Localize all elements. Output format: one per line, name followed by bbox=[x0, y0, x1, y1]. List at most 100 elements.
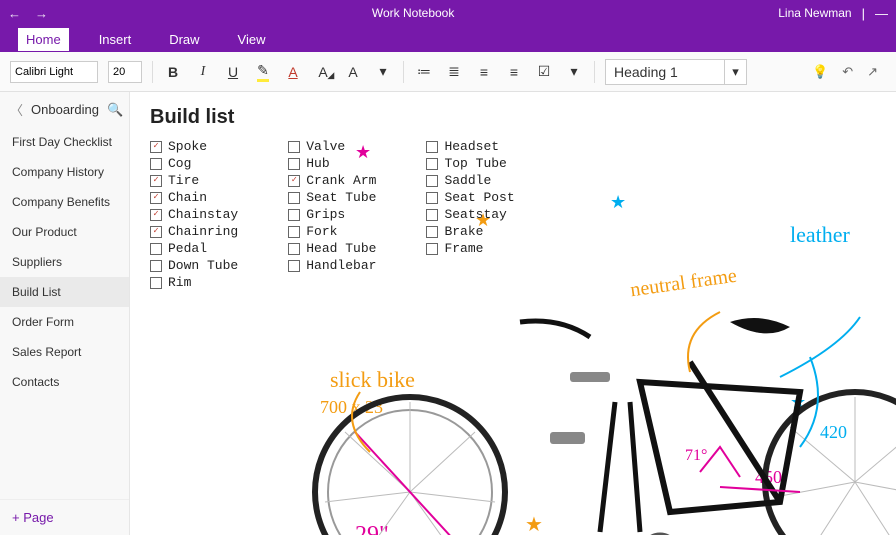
minimize-icon[interactable]: — bbox=[875, 6, 888, 21]
user-name[interactable]: Lina Newman bbox=[778, 6, 851, 20]
checklist-item[interactable]: Fork bbox=[288, 224, 376, 239]
checklist-item[interactable]: Spoke bbox=[150, 139, 238, 154]
style-selector[interactable]: Heading 1 bbox=[605, 59, 725, 85]
tab-insert[interactable]: Insert bbox=[91, 28, 140, 51]
tab-view[interactable]: View bbox=[230, 28, 274, 51]
font-size-input[interactable] bbox=[108, 61, 142, 83]
checkbox[interactable] bbox=[288, 226, 300, 238]
checkbox[interactable] bbox=[426, 243, 438, 255]
italic-button[interactable]: I bbox=[193, 62, 213, 82]
checklist-item[interactable]: Seatstay bbox=[426, 207, 514, 222]
checklist-label: Top Tube bbox=[444, 156, 506, 171]
font-name-input[interactable] bbox=[10, 61, 98, 83]
checkbox[interactable] bbox=[150, 260, 162, 272]
format-painter-button[interactable]: A bbox=[343, 62, 363, 82]
checkbox[interactable] bbox=[426, 226, 438, 238]
sidebar-item[interactable]: Company Benefits bbox=[0, 187, 129, 217]
section-back-icon[interactable]: 〈 bbox=[10, 100, 23, 119]
checklist-item[interactable]: Cog bbox=[150, 156, 238, 171]
style-dropdown-icon[interactable]: ▾ bbox=[725, 59, 747, 85]
checkbox[interactable] bbox=[150, 175, 162, 187]
separator bbox=[403, 61, 404, 83]
checkbox[interactable] bbox=[150, 243, 162, 255]
checklist-item[interactable]: Head Tube bbox=[288, 241, 376, 256]
window-title: Work Notebook bbox=[48, 6, 778, 20]
numbering-button[interactable]: ≣ bbox=[444, 62, 464, 82]
checkbox[interactable] bbox=[426, 175, 438, 187]
more-para-icon[interactable]: ▾ bbox=[564, 62, 584, 82]
more-format-icon[interactable]: ▾ bbox=[373, 62, 393, 82]
sidebar-item[interactable]: Suppliers bbox=[0, 247, 129, 277]
sidebar-item[interactable]: Contacts bbox=[0, 367, 129, 397]
todo-button[interactable]: ☑ bbox=[534, 62, 554, 82]
checklist-item[interactable]: Chainring bbox=[150, 224, 238, 239]
checklist-item[interactable]: Headset bbox=[426, 139, 514, 154]
sidebar-item[interactable]: Company History bbox=[0, 157, 129, 187]
checklist-item[interactable]: Handlebar bbox=[288, 258, 376, 273]
checklist-item[interactable]: Grips bbox=[288, 207, 376, 222]
page-title[interactable]: Build list bbox=[150, 106, 876, 129]
indent-button[interactable]: ≡ bbox=[504, 62, 524, 82]
checklist-item[interactable]: Chainstay bbox=[150, 207, 238, 222]
checklist-item[interactable]: Rim bbox=[150, 275, 238, 290]
checklist-item[interactable]: Seat Tube bbox=[288, 190, 376, 205]
add-page-button[interactable]: + Page bbox=[0, 499, 129, 535]
checkbox[interactable] bbox=[150, 141, 162, 153]
checklist-item[interactable]: Saddle bbox=[426, 173, 514, 188]
checkbox[interactable] bbox=[288, 175, 300, 187]
checkbox[interactable] bbox=[150, 158, 162, 170]
underline-button[interactable]: U bbox=[223, 62, 243, 82]
bullets-button[interactable]: ≔ bbox=[414, 62, 434, 82]
checklist-label: Seat Post bbox=[444, 190, 514, 205]
section-name[interactable]: Onboarding bbox=[31, 102, 99, 117]
checklist-item[interactable]: Pedal bbox=[150, 241, 238, 256]
font-color-button[interactable]: A bbox=[283, 62, 303, 82]
checklist-item[interactable]: Seat Post bbox=[426, 190, 514, 205]
checklist-item[interactable]: Hub bbox=[288, 156, 376, 171]
checklist-item[interactable]: Frame bbox=[426, 241, 514, 256]
checkbox[interactable] bbox=[288, 243, 300, 255]
outdent-button[interactable]: ≡ bbox=[474, 62, 494, 82]
checkbox[interactable] bbox=[288, 260, 300, 272]
clear-format-button[interactable]: A◢ bbox=[313, 62, 333, 82]
nav-forward-icon[interactable]: → bbox=[35, 6, 48, 21]
sidebar-item[interactable]: Order Form bbox=[0, 307, 129, 337]
idea-icon[interactable]: 💡 bbox=[812, 64, 828, 80]
checkbox[interactable] bbox=[150, 277, 162, 289]
checkbox[interactable] bbox=[426, 141, 438, 153]
checkbox[interactable] bbox=[150, 192, 162, 204]
checklist-label: Brake bbox=[444, 224, 483, 239]
checkbox[interactable] bbox=[150, 209, 162, 221]
search-icon[interactable]: 🔍 bbox=[107, 102, 123, 118]
checkbox[interactable] bbox=[288, 192, 300, 204]
checkbox[interactable] bbox=[288, 141, 300, 153]
checkbox[interactable] bbox=[426, 158, 438, 170]
checklist-item[interactable]: Down Tube bbox=[150, 258, 238, 273]
page-canvas[interactable]: Build list Spoke Cog Tire Chain Chainstay Cha… bbox=[130, 92, 896, 535]
checklist-item[interactable]: Valve bbox=[288, 139, 376, 154]
bold-button[interactable]: B bbox=[163, 62, 183, 82]
sidebar-item[interactable]: First Day Checklist bbox=[0, 127, 129, 157]
highlight-button[interactable]: ✎ bbox=[253, 62, 273, 82]
nav-back-icon[interactable]: ← bbox=[8, 6, 21, 21]
checklist-label: Chain bbox=[168, 190, 207, 205]
checklist-label: Handlebar bbox=[306, 258, 376, 273]
checkbox[interactable] bbox=[150, 226, 162, 238]
checklist-item[interactable]: Brake bbox=[426, 224, 514, 239]
sidebar-item[interactable]: Our Product bbox=[0, 217, 129, 247]
checklist-item[interactable]: Chain bbox=[150, 190, 238, 205]
undo-icon[interactable]: ↶ bbox=[842, 64, 853, 80]
checkbox[interactable] bbox=[288, 158, 300, 170]
share-icon[interactable]: ↗ bbox=[867, 64, 878, 80]
checklist-item[interactable]: Crank Arm bbox=[288, 173, 376, 188]
checklist-item[interactable]: Top Tube bbox=[426, 156, 514, 171]
checklist-label: Cog bbox=[168, 156, 191, 171]
tab-home[interactable]: Home bbox=[18, 28, 69, 51]
checkbox[interactable] bbox=[426, 209, 438, 221]
sidebar-item[interactable]: Sales Report bbox=[0, 337, 129, 367]
tab-draw[interactable]: Draw bbox=[161, 28, 207, 51]
sidebar-item[interactable]: Build List bbox=[0, 277, 129, 307]
checklist-item[interactable]: Tire bbox=[150, 173, 238, 188]
checkbox[interactable] bbox=[426, 192, 438, 204]
checkbox[interactable] bbox=[288, 209, 300, 221]
